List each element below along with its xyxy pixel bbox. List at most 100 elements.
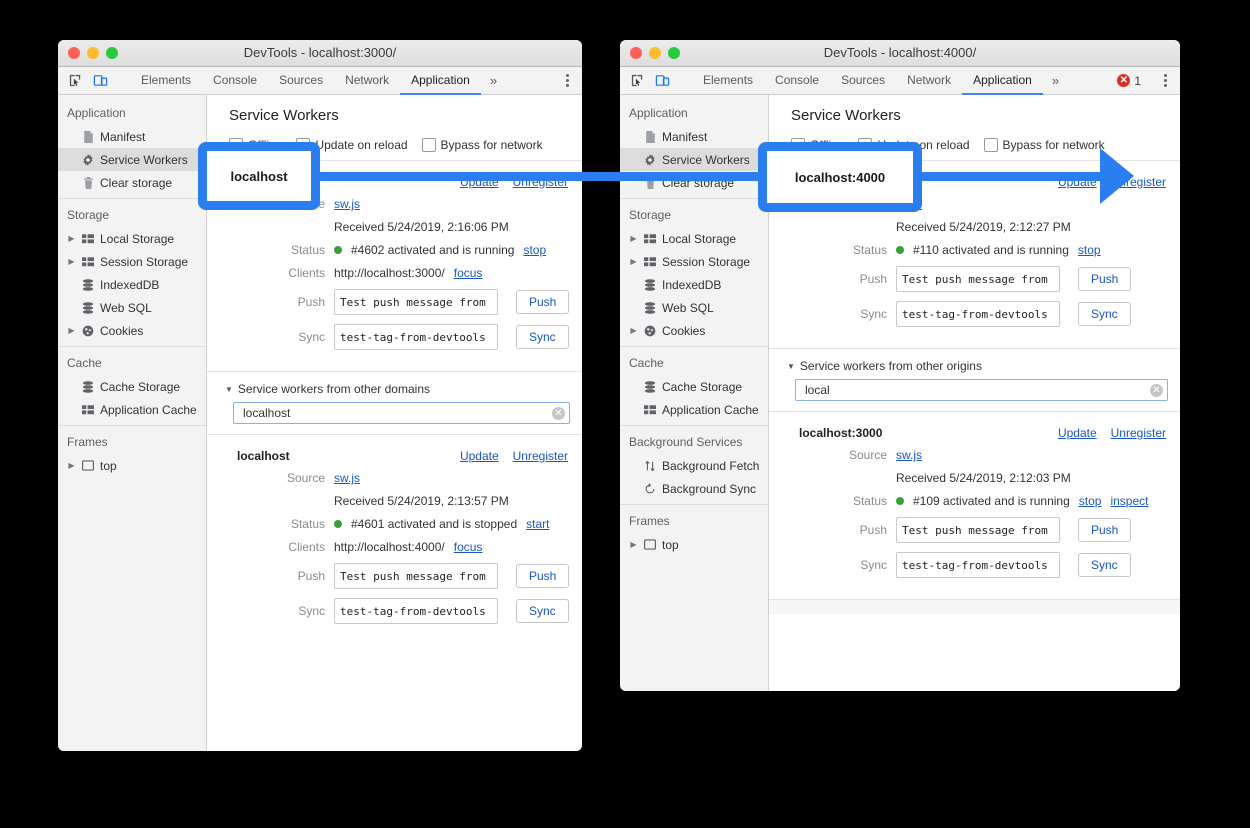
sidebar-item-cookies[interactable]: ▶ Cookies: [58, 319, 206, 342]
checkbox-offline[interactable]: Offline: [791, 138, 844, 152]
more-tabs-button[interactable]: »: [1043, 67, 1068, 95]
clear-icon[interactable]: ✕: [1150, 384, 1163, 397]
source-link[interactable]: sw.js: [896, 448, 922, 462]
tab-console[interactable]: Console: [764, 67, 830, 95]
sidebar-item-top-frame[interactable]: ▶ top: [58, 454, 206, 477]
other-domains-header[interactable]: ▼ Service workers from other domains: [207, 372, 582, 402]
sidebar-item-cache-storage[interactable]: ▶ Cache Storage: [58, 375, 206, 398]
sidebar-item-application-cache[interactable]: ▶ Application Cache: [620, 398, 768, 421]
update-link[interactable]: Update: [460, 449, 499, 463]
sidebar-item-application-cache[interactable]: ▶ Application Cache: [58, 398, 206, 421]
push-button[interactable]: Push: [1078, 267, 1131, 291]
unregister-link[interactable]: Unregister: [1111, 175, 1166, 189]
source-link[interactable]: sw.js: [896, 197, 922, 211]
unregister-link[interactable]: Unregister: [513, 175, 568, 189]
tab-elements[interactable]: Elements: [130, 67, 202, 95]
error-badge[interactable]: ✕ 1: [1117, 74, 1141, 88]
source-link[interactable]: sw.js: [334, 471, 360, 485]
tab-elements[interactable]: Elements: [692, 67, 764, 95]
expand-arrow[interactable]: ▶: [629, 257, 638, 266]
device-toolbar-icon[interactable]: [654, 72, 671, 89]
update-link[interactable]: Update: [1058, 426, 1097, 440]
sidebar-item-local-storage[interactable]: ▶ Local Storage: [620, 227, 768, 250]
status-action-link[interactable]: stop: [523, 243, 546, 257]
kebab-menu-icon[interactable]: [562, 74, 573, 87]
sync-button[interactable]: Sync: [516, 325, 569, 349]
expand-arrow[interactable]: ▶: [67, 461, 76, 470]
sidebar-item-cookies[interactable]: ▶ Cookies: [620, 319, 768, 342]
tab-sources[interactable]: Sources: [268, 67, 334, 95]
sidebar-item-manifest[interactable]: ▶ Manifest: [58, 125, 206, 148]
checkbox-box[interactable]: [791, 138, 805, 152]
sidebar-item-clear-storage[interactable]: ▶ Clear storage: [58, 171, 206, 194]
checkbox-bypass-for-network[interactable]: Bypass for network: [984, 138, 1105, 152]
minimize-window-button[interactable]: [649, 47, 661, 59]
tab-console[interactable]: Console: [202, 67, 268, 95]
expand-arrow[interactable]: ▶: [67, 326, 76, 335]
focus-link[interactable]: focus: [454, 266, 483, 280]
sidebar-item-indexeddb[interactable]: ▶ IndexedDB: [620, 273, 768, 296]
expand-arrow[interactable]: ▶: [67, 234, 76, 243]
filter-box[interactable]: ✕: [795, 379, 1168, 401]
expand-arrow[interactable]: ▶: [629, 326, 638, 335]
sidebar-item-manifest[interactable]: ▶ Manifest: [620, 125, 768, 148]
unregister-link[interactable]: Unregister: [513, 449, 568, 463]
status-action-link[interactable]: start: [526, 517, 549, 531]
traffic-lights-left[interactable]: [58, 47, 118, 59]
status-action-link[interactable]: stop: [1079, 494, 1102, 508]
sync-input[interactable]: [896, 301, 1060, 327]
device-toolbar-icon[interactable]: [92, 72, 109, 89]
checkbox-box[interactable]: [422, 138, 436, 152]
push-input[interactable]: [896, 266, 1060, 292]
sync-input[interactable]: [334, 324, 498, 350]
push-input[interactable]: [334, 563, 498, 589]
checkbox-offline[interactable]: Offline: [229, 138, 282, 152]
close-window-button[interactable]: [630, 47, 642, 59]
tab-application[interactable]: Application: [962, 67, 1043, 95]
sidebar-item-top-frame[interactable]: ▶ top: [620, 533, 768, 556]
focus-link[interactable]: focus: [454, 540, 483, 554]
filter-input[interactable]: [803, 382, 1150, 398]
zoom-window-button[interactable]: [106, 47, 118, 59]
sync-input[interactable]: [334, 598, 498, 624]
source-link[interactable]: sw.js: [334, 197, 360, 211]
sidebar-item-service-workers[interactable]: ▶ Service Workers: [58, 148, 206, 171]
sidebar-item-background-fetch[interactable]: ▶ Background Fetch: [620, 454, 768, 477]
checkbox-box[interactable]: [229, 138, 243, 152]
push-input[interactable]: [334, 289, 498, 315]
sync-input[interactable]: [896, 552, 1060, 578]
expand-arrow[interactable]: ▶: [629, 234, 638, 243]
checkbox-box[interactable]: [296, 138, 310, 152]
sidebar-item-web-sql[interactable]: ▶ Web SQL: [58, 296, 206, 319]
filter-input[interactable]: [241, 405, 552, 421]
expand-arrow[interactable]: ▶: [629, 540, 638, 549]
checkbox-update-on-reload[interactable]: Update on reload: [858, 138, 969, 152]
traffic-lights-right[interactable]: [620, 47, 680, 59]
sidebar-item-service-workers[interactable]: ▶ Service Workers: [620, 148, 768, 171]
inspect-cursor-icon[interactable]: [629, 72, 646, 89]
checkbox-box[interactable]: [984, 138, 998, 152]
sidebar-item-session-storage[interactable]: ▶ Session Storage: [620, 250, 768, 273]
checkbox-bypass-for-network[interactable]: Bypass for network: [422, 138, 543, 152]
kebab-menu-icon[interactable]: [1160, 74, 1171, 87]
push-button[interactable]: Push: [1078, 518, 1131, 542]
tab-application[interactable]: Application: [400, 67, 481, 95]
sidebar-item-background-sync[interactable]: ▶ Background Sync: [620, 477, 768, 500]
push-button[interactable]: Push: [516, 564, 569, 588]
zoom-window-button[interactable]: [668, 47, 680, 59]
checkbox-box[interactable]: [858, 138, 872, 152]
sidebar-item-local-storage[interactable]: ▶ Local Storage: [58, 227, 206, 250]
unregister-link[interactable]: Unregister: [1111, 426, 1166, 440]
status-action-link[interactable]: stop: [1078, 243, 1101, 257]
sidebar-item-cache-storage[interactable]: ▶ Cache Storage: [620, 375, 768, 398]
sidebar-item-session-storage[interactable]: ▶ Session Storage: [58, 250, 206, 273]
clear-icon[interactable]: ✕: [552, 407, 565, 420]
other-origins-header[interactable]: ▼ Service workers from other origins: [769, 349, 1180, 379]
inspect-cursor-icon[interactable]: [67, 72, 84, 89]
sidebar-item-indexeddb[interactable]: ▶ IndexedDB: [58, 273, 206, 296]
push-button[interactable]: Push: [516, 290, 569, 314]
push-input[interactable]: [896, 517, 1060, 543]
more-tabs-button[interactable]: »: [481, 67, 506, 95]
expand-arrow[interactable]: ▶: [67, 257, 76, 266]
sync-button[interactable]: Sync: [516, 599, 569, 623]
